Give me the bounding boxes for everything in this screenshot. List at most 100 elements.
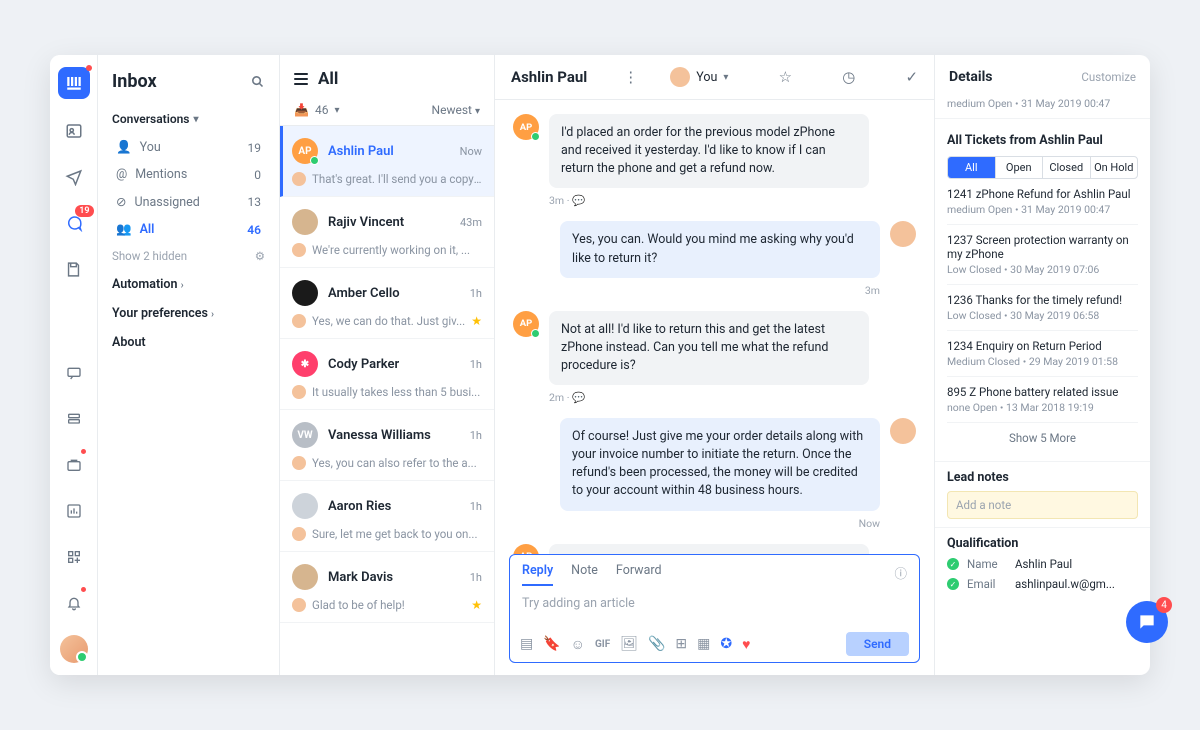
tab-reply[interactable]: Reply	[522, 563, 553, 586]
ticket-filters: All Open Closed On Hold	[947, 156, 1138, 179]
profile-avatar[interactable]	[60, 635, 88, 663]
conversation-item[interactable]: AP Ashlin Paul Now That's great. I'll se…	[280, 126, 494, 197]
emoji-icon[interactable]: ☺	[571, 636, 585, 653]
ticket-item[interactable]: 1236 Thanks for the timely refund! Low C…	[947, 285, 1138, 331]
star-icon[interactable]: ☆	[779, 68, 792, 86]
qr-icon[interactable]: ▦	[697, 636, 710, 652]
conversation-time: 1h	[470, 429, 482, 442]
conversation-item[interactable]: Mark Davis 1h Glad to be of help! ★	[280, 552, 494, 623]
sidebar-item-mentions[interactable]: @Mentions 0	[112, 161, 265, 188]
avatar: VW	[292, 422, 318, 448]
ticket-list: 1241 zPhone Refund for Ashlin Paul mediu…	[947, 179, 1138, 423]
chat-badge: 19	[75, 205, 93, 217]
conversation-time: Now	[460, 145, 482, 158]
gear-icon[interactable]: ⚙	[255, 249, 265, 263]
conversations-header[interactable]: Conversations▾	[112, 112, 265, 126]
sidebar-item-unassigned[interactable]: ⊘Unassigned 13	[112, 188, 265, 216]
filter-all[interactable]: All	[948, 157, 996, 178]
message-list: AP I'd placed an order for the previous …	[495, 100, 934, 554]
conversation-item[interactable]: Aaron Ries 1h Sure, let me get back to y…	[280, 481, 494, 552]
image-icon[interactable]: 🖼	[620, 636, 638, 652]
ticket-item[interactable]: 1237 Screen protection warranty on my zP…	[947, 225, 1138, 285]
archive-icon[interactable]	[60, 451, 88, 479]
send-icon[interactable]	[60, 163, 88, 191]
apps-icon[interactable]	[60, 543, 88, 571]
bell-icon[interactable]	[60, 589, 88, 617]
customer-avatar: AP	[513, 114, 539, 140]
messenger-fab[interactable]: 4	[1126, 601, 1168, 643]
sidebar-prefs[interactable]: Your preferences ›	[112, 306, 265, 321]
qualification-row: ✓ Email ashlinpaul.w@gm...	[947, 577, 1138, 591]
chat-icon[interactable]: 19	[60, 209, 88, 237]
star-icon: ★	[471, 314, 482, 328]
qual-label: Name	[967, 557, 1007, 571]
ticket-title: 1234 Enquiry on Return Period	[947, 339, 1138, 353]
compose-input[interactable]: Try adding an article	[510, 586, 919, 626]
ticket-meta: Low Closed • 30 May 2019 06:58	[947, 309, 1138, 322]
gif-icon[interactable]: GIF	[595, 639, 610, 650]
chart-icon[interactable]	[60, 497, 88, 525]
reply-avatar	[292, 598, 306, 612]
qualification-title: Qualification	[947, 536, 1138, 551]
app-logo[interactable]	[58, 67, 90, 99]
ticket-title: 1237 Screen protection warranty on my zP…	[947, 233, 1138, 261]
message-icon[interactable]	[60, 359, 88, 387]
conversation-column: All 📥 46 ▾ Newest ▾ AP Ashlin Paul Now T…	[280, 55, 495, 675]
help-icon[interactable]: ⓘ	[894, 563, 907, 586]
conversation-name: Cody Parker	[328, 357, 460, 372]
customize-button[interactable]: Customize	[1081, 70, 1136, 84]
send-button[interactable]: Send	[846, 632, 909, 656]
conversation-time: 1h	[470, 287, 482, 300]
filter-hold[interactable]: On Hold	[1091, 157, 1138, 178]
message-meta: 3m	[513, 284, 880, 297]
reply-avatar	[292, 314, 306, 328]
conversation-item[interactable]: VW Vanessa Williams 1h Yes, you can also…	[280, 410, 494, 481]
save-icon[interactable]	[60, 255, 88, 283]
agent-avatar	[890, 221, 916, 247]
tab-note[interactable]: Note	[571, 563, 598, 586]
contacts-icon[interactable]	[60, 117, 88, 145]
conversation-item[interactable]: Rajiv Vincent 43m We're currently workin…	[280, 197, 494, 268]
user-icon: 👤	[116, 140, 132, 155]
show-more-tickets[interactable]: Show 5 More	[947, 423, 1138, 453]
ticket-item[interactable]: 1241 zPhone Refund for Ashlin Paul mediu…	[947, 179, 1138, 225]
star-tool-icon[interactable]: ✪	[720, 636, 732, 652]
bookmark-icon[interactable]: 🔖	[543, 636, 560, 652]
grid-icon[interactable]: ⊞	[675, 636, 687, 652]
conversation-item[interactable]: ✱ Cody Parker 1h It usually takes less t…	[280, 339, 494, 410]
sidebar-automation[interactable]: Automation ›	[112, 277, 265, 292]
avatar: ✱	[292, 351, 318, 377]
details-panel: Details Customize medium Open • 31 May 2…	[934, 55, 1150, 675]
menu-icon[interactable]	[294, 73, 308, 85]
ticket-title: 1241 zPhone Refund for Ashlin Paul	[947, 187, 1138, 201]
more-icon[interactable]: ⋮	[623, 68, 638, 86]
prev-ticket-meta: medium Open • 31 May 2019 00:47	[947, 97, 1138, 110]
snooze-icon[interactable]: ◷	[842, 68, 855, 86]
message-bubble: Yes, you can. Would you mind me asking w…	[560, 221, 880, 277]
tab-forward[interactable]: Forward	[616, 563, 662, 586]
assignee-dropdown[interactable]: You▾	[670, 67, 728, 87]
reply-avatar	[292, 385, 306, 399]
inbox-count[interactable]: 📥 46 ▾	[294, 103, 339, 117]
all-tickets-title: All Tickets from Ashlin Paul	[947, 133, 1138, 148]
filter-closed[interactable]: Closed	[1043, 157, 1091, 178]
attach-icon[interactable]: 📎	[648, 636, 665, 652]
chat-header: Ashlin Paul ⋮ You▾ ☆ ◷ ✓	[495, 55, 934, 100]
ticket-item[interactable]: 895 Z Phone battery related issue none O…	[947, 377, 1138, 423]
filter-open[interactable]: Open	[996, 157, 1044, 178]
close-conversation-icon[interactable]: ✓	[905, 68, 918, 86]
ticket-item[interactable]: 1234 Enquiry on Return Period Medium Clo…	[947, 331, 1138, 377]
heart-icon[interactable]: ♥	[742, 636, 750, 653]
sidebar-item-all[interactable]: 👥All 46	[112, 216, 265, 243]
add-note-input[interactable]: Add a note	[947, 491, 1138, 519]
sidebar-about[interactable]: About	[112, 335, 265, 350]
conversation-item[interactable]: Amber Cello 1h Yes, we can do that. Just…	[280, 268, 494, 339]
template-icon[interactable]: ▤	[520, 636, 533, 652]
qual-value: Ashlin Paul	[1015, 557, 1072, 571]
conversation-list: AP Ashlin Paul Now That's great. I'll se…	[280, 126, 494, 675]
show-hidden[interactable]: Show 2 hidden ⚙	[112, 249, 265, 263]
sidebar-item-you[interactable]: 👤You 19	[112, 134, 265, 161]
search-icon[interactable]	[250, 74, 265, 89]
sort-dropdown[interactable]: Newest ▾	[432, 103, 480, 117]
layers-icon[interactable]	[60, 405, 88, 433]
